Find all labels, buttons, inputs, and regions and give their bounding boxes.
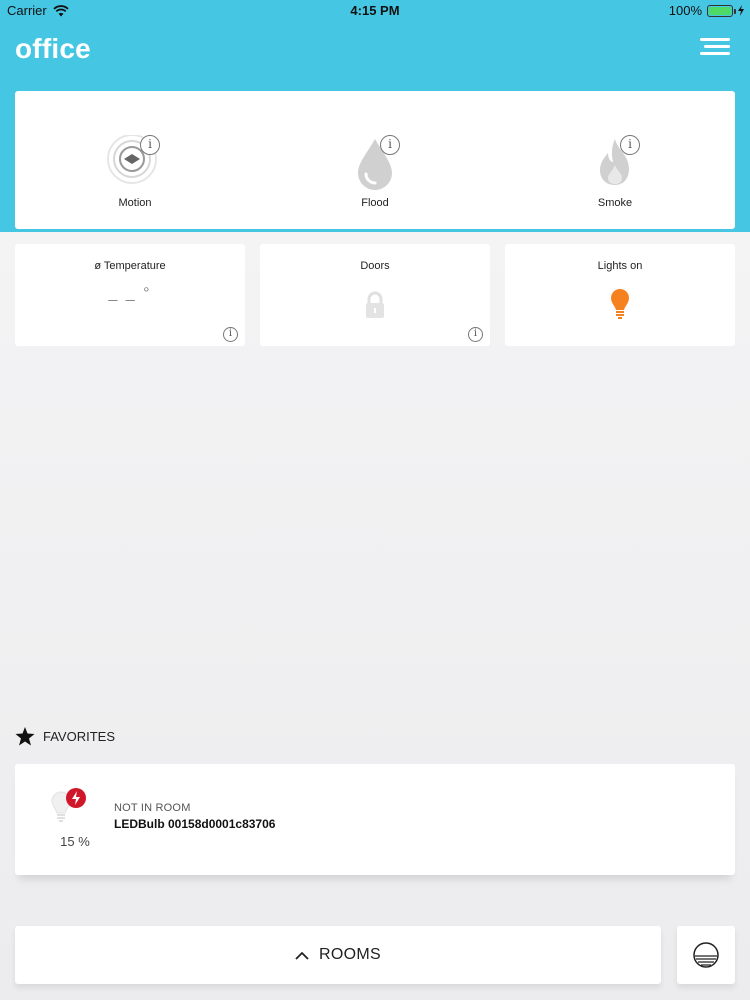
info-icon[interactable]: i bbox=[380, 135, 400, 155]
device-name: LEDBulb 00158d0001c83706 bbox=[114, 817, 276, 831]
battery-icon bbox=[707, 4, 736, 17]
temperature-value: _ _ ° bbox=[108, 285, 152, 302]
rooms-label: ROOMS bbox=[319, 946, 381, 963]
battery-percent: 100% bbox=[668, 3, 702, 18]
alarm-label-motion: Motion bbox=[118, 197, 152, 209]
temperature-card[interactable]: ø Temperature _ _ ° i bbox=[15, 244, 245, 346]
lights-card[interactable]: Lights on bbox=[505, 244, 735, 346]
led-bulb-icon bbox=[51, 788, 86, 822]
favorites-heading: FAVORITES bbox=[15, 727, 115, 746]
info-icon[interactable]: i bbox=[468, 327, 483, 342]
alarm-label-flood: Flood bbox=[361, 197, 389, 209]
charging-icon bbox=[738, 5, 744, 16]
alarm-smoke[interactable]: i Smoke bbox=[495, 91, 735, 229]
favorite-device-card[interactable]: 15 % NOT IN ROOM LEDBulb 00158d0001c8370… bbox=[15, 764, 735, 875]
favorites-label: FAVORITES bbox=[43, 729, 115, 744]
lock-icon bbox=[366, 291, 384, 318]
status-bar: Carrier 4:15 PM 100% bbox=[0, 0, 750, 22]
clock: 4:15 PM bbox=[350, 3, 400, 18]
alarm-label-smoke: Smoke bbox=[597, 197, 633, 209]
lights-title: Lights on bbox=[597, 260, 643, 272]
info-icon[interactable]: i bbox=[223, 327, 238, 342]
info-icon[interactable]: i bbox=[620, 135, 640, 155]
scene-button[interactable] bbox=[677, 926, 735, 984]
alarm-motion[interactable]: i Motion bbox=[15, 91, 255, 229]
star-icon bbox=[15, 727, 35, 746]
menu-button[interactable] bbox=[700, 38, 730, 60]
doors-card[interactable]: Doors i bbox=[260, 244, 490, 346]
chevron-up-icon bbox=[295, 951, 309, 960]
page-title: office bbox=[15, 33, 91, 64]
info-icon[interactable]: i bbox=[140, 135, 160, 155]
device-room: NOT IN ROOM bbox=[114, 802, 191, 814]
doors-title: Doors bbox=[360, 260, 390, 272]
rooms-button[interactable]: ROOMS bbox=[15, 926, 661, 984]
alarm-flood[interactable]: i Flood bbox=[255, 91, 495, 229]
temperature-title: ø Temperature bbox=[94, 260, 166, 272]
brightness-level: 15 % bbox=[60, 834, 90, 849]
alarm-panel: i Motion i Flood i Smoke bbox=[15, 91, 735, 229]
blinds-icon bbox=[693, 942, 719, 968]
lightbulb-icon bbox=[611, 289, 629, 319]
